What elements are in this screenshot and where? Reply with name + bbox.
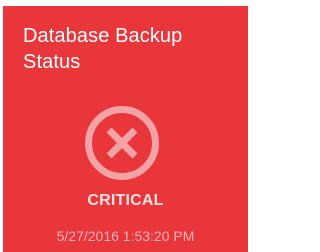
database-backup-status-tile[interactable]: Database Backup Status CRITICAL 5/27/201… [3, 6, 248, 252]
status-label: CRITICAL [87, 192, 164, 209]
last-updated-timestamp: 5/27/2016 1:53:20 PM [56, 228, 195, 244]
tile-title: Database Backup Status [23, 25, 183, 73]
critical-x-circle-icon [85, 106, 159, 180]
